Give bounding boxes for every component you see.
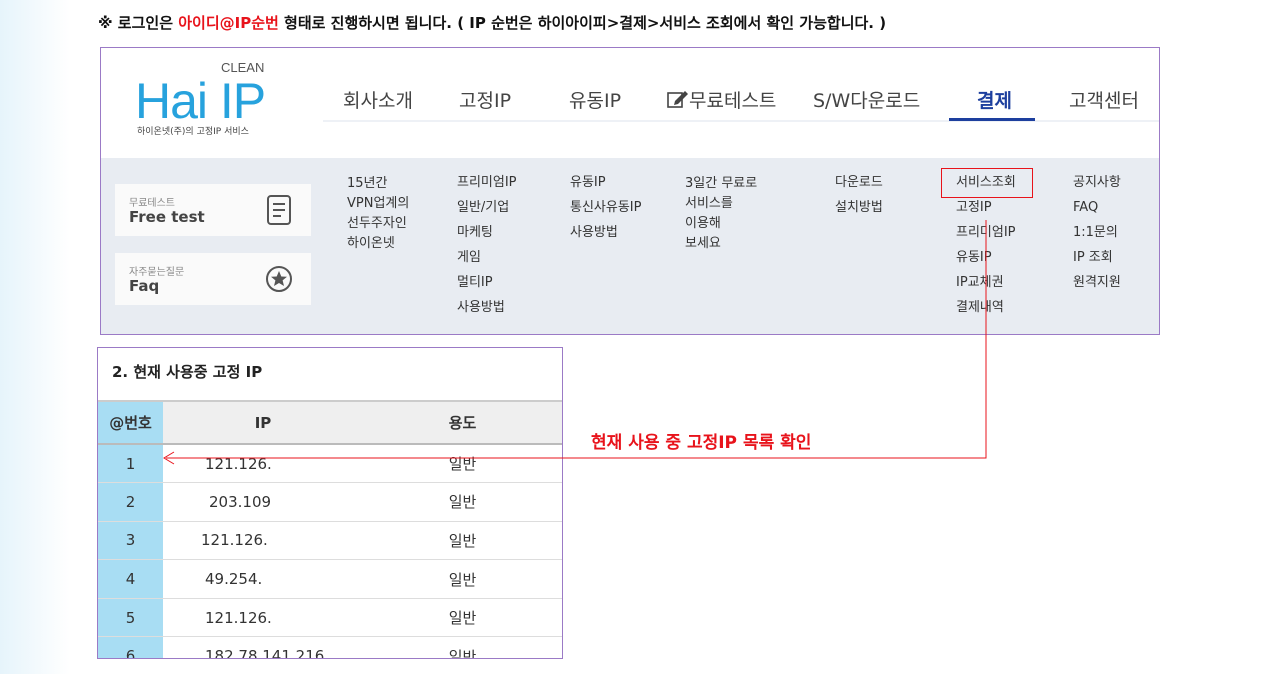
- callout-arrow: [163, 220, 987, 465]
